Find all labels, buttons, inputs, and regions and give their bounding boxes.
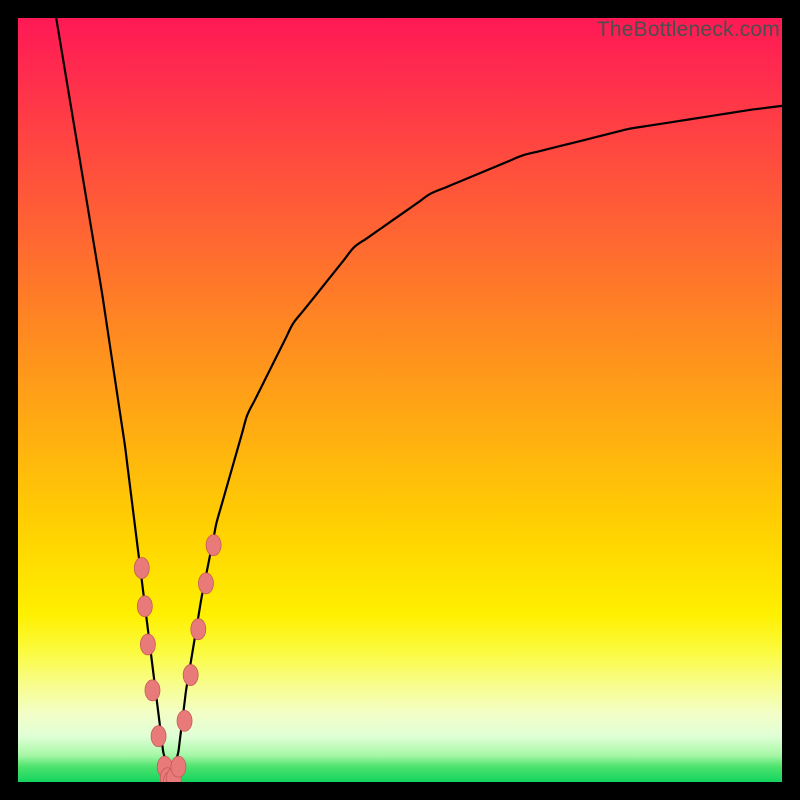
outer-frame: TheBottleneck.com xyxy=(0,0,800,800)
data-marker xyxy=(177,710,192,731)
data-marker xyxy=(137,596,152,617)
plot-area xyxy=(18,18,782,782)
data-marker xyxy=(171,756,186,777)
data-marker xyxy=(198,573,213,594)
data-marker xyxy=(183,665,198,686)
data-marker xyxy=(151,726,166,747)
watermark-text: TheBottleneck.com xyxy=(597,18,780,42)
curve-markers xyxy=(134,535,221,782)
chart-svg xyxy=(18,18,782,782)
data-marker xyxy=(140,634,155,655)
bottleneck-curve xyxy=(56,18,782,782)
data-marker xyxy=(206,535,221,556)
data-marker xyxy=(145,680,160,701)
data-marker xyxy=(134,558,149,579)
data-marker xyxy=(191,619,206,640)
